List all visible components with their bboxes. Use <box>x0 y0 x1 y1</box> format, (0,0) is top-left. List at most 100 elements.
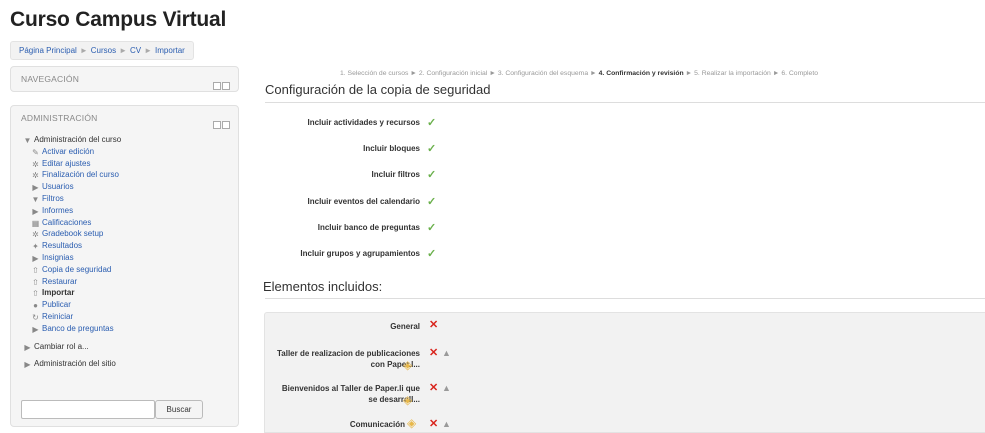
check-icon: ✓ <box>427 117 437 129</box>
backup-icon: ⇧ <box>32 265 39 275</box>
step-5: 5. Realizar la importación <box>694 70 771 77</box>
admin-item[interactable]: ✲ Gradebook setup <box>11 228 238 240</box>
setting-row: Incluir actividades y recursos ✓ <box>265 112 965 138</box>
included-items-heading: Elementos incluidos: <box>263 279 383 294</box>
course-admin-label: Administración del curso <box>34 135 122 144</box>
breadcrumb-separator: ► <box>144 46 153 55</box>
block-controls[interactable] <box>212 75 230 90</box>
breadcrumb-separator: ► <box>119 46 127 55</box>
admin-item[interactable]: ✲ Finalización del curso <box>11 169 238 181</box>
breadcrumb-import[interactable]: Importar <box>155 46 185 55</box>
cross-icon: ✕ <box>429 418 439 430</box>
included-item-label: Bienvenidos al Taller de Paper.li que <box>281 384 420 393</box>
setting-label: Incluir eventos del calendario <box>307 196 420 206</box>
admin-item[interactable]: ✦ Resultados <box>11 240 238 252</box>
setting-row: Incluir eventos del calendario ✓ <box>265 191 965 217</box>
admin-item-label[interactable]: Restaurar <box>42 277 77 286</box>
setting-row: Incluir grupos y agrupamientos ✓ <box>265 243 965 269</box>
admin-item-label[interactable]: Publicar <box>42 300 71 309</box>
admin-search-input[interactable] <box>21 400 155 419</box>
step-1: 1. Selección de cursos <box>340 70 409 77</box>
step-2: 2. Configuración inicial <box>418 70 488 77</box>
dock-icon[interactable] <box>213 121 221 129</box>
admin-item-label[interactable]: Copia de seguridad <box>42 265 111 274</box>
navigation-block-header[interactable]: NAVEGACIÓN <box>11 67 238 91</box>
dock-icon[interactable] <box>213 82 221 90</box>
backup-settings-heading: Configuración de la copia de seguridad <box>265 82 491 97</box>
administration-block-header[interactable]: ADMINISTRACIÓN <box>11 106 238 130</box>
check-icon: ✓ <box>427 169 437 182</box>
admin-item[interactable]: ▼ Filtros <box>11 193 238 205</box>
included-item: Bienvenidos al Taller de Paper.li que se … <box>265 383 420 405</box>
breadcrumb-cv[interactable]: CV <box>130 46 141 55</box>
chevron-right-icon: ▶ <box>32 183 39 193</box>
admin-item[interactable]: ▶ Insignias <box>11 252 238 264</box>
admin-item-label[interactable]: Banco de preguntas <box>42 324 114 333</box>
included-items-panel: General ✕ Taller de realizacion de publi… <box>264 312 985 433</box>
step-arrow: ► <box>685 70 693 77</box>
pencil-icon: ✎ <box>32 147 39 157</box>
setting-label: Incluir grupos y agrupamientos <box>300 248 420 258</box>
gear-icon: ✲ <box>32 159 39 169</box>
admin-item[interactable]: ▶ Informes <box>11 205 238 217</box>
hide-icon[interactable] <box>222 121 230 129</box>
included-item-label-cont: con Paper.l... <box>370 360 420 369</box>
switch-role-label: Cambiar rol a... <box>34 341 89 351</box>
admin-item-label[interactable]: Gradebook setup <box>42 229 103 238</box>
admin-item[interactable]: ● Publicar <box>11 299 238 311</box>
chevron-right-icon: ▶ <box>24 342 31 352</box>
admin-item-label[interactable]: Insignias <box>42 253 74 262</box>
admin-item-label[interactable]: Filtros <box>42 194 64 203</box>
admin-search: Buscar <box>21 400 203 419</box>
site-title: Curso Campus Virtual <box>10 8 227 31</box>
included-item-label: General <box>390 322 420 331</box>
site-admin-label: Administración del sitio <box>34 359 116 369</box>
admin-item-label[interactable]: Reiniciar <box>42 312 73 321</box>
check-icon: ✓ <box>427 195 437 208</box>
step-arrow: ► <box>489 70 496 77</box>
admin-item[interactable]: ✎ Activar edición <box>11 146 238 158</box>
chevron-down-icon: ▼ <box>23 136 32 145</box>
admin-item-label[interactable]: Finalización del curso <box>42 170 119 179</box>
course-admin-node[interactable]: ▼ Administración del curso <box>11 134 238 146</box>
step-4-current: 4. Confirmación y revisión <box>598 70 684 77</box>
hide-icon[interactable] <box>222 82 230 90</box>
gear-icon: ✲ <box>32 230 39 240</box>
site-admin-node[interactable]: ▶ Administración del sitio <box>11 358 238 370</box>
block-controls[interactable] <box>212 114 230 129</box>
navigation-block: NAVEGACIÓN <box>10 66 239 92</box>
warning-icon: ▲ <box>442 419 451 429</box>
admin-item-label[interactable]: Activar edición <box>42 147 94 156</box>
import-icon: ⇧ <box>32 289 39 299</box>
admin-item[interactable]: ▶ Usuarios <box>11 181 238 193</box>
reset-icon: ↻ <box>32 312 39 322</box>
admin-item-label[interactable]: Informes <box>42 206 73 215</box>
tag-icon: ◈ <box>407 416 417 430</box>
admin-item[interactable]: ↻ Reiniciar <box>11 311 238 323</box>
admin-item-label[interactable]: Editar ajustes <box>42 159 90 168</box>
admin-item-label[interactable]: Usuarios <box>42 182 74 191</box>
breadcrumb-separator: ► <box>79 46 88 55</box>
included-item-label: Comunicación <box>349 420 405 429</box>
step-6: 6. Completo <box>781 70 818 77</box>
admin-item[interactable]: ⇧ Restaurar <box>11 276 238 288</box>
publish-icon: ● <box>33 301 38 311</box>
administration-block: ADMINISTRACIÓN ▼ Administración del curso… <box>10 105 239 427</box>
admin-item[interactable]: ▦ Calificaciones <box>11 217 238 229</box>
admin-item[interactable]: ⇧ Copia de seguridad <box>11 264 238 276</box>
breadcrumb-courses[interactable]: Cursos <box>91 46 116 55</box>
admin-item[interactable]: ✲ Editar ajustes <box>11 158 238 170</box>
included-item: Comunicación <box>265 419 405 430</box>
admin-item-label[interactable]: Calificaciones <box>42 218 91 227</box>
breadcrumb-home[interactable]: Página Principal <box>19 46 77 55</box>
chevron-right-icon: ▶ <box>32 253 39 263</box>
switch-role-node[interactable]: ▶ Cambiar rol a... <box>11 341 238 353</box>
filter-icon: ▼ <box>31 194 40 204</box>
admin-item-label[interactable]: Resultados <box>42 241 82 250</box>
admin-item[interactable]: ▶ Banco de preguntas <box>11 323 238 335</box>
restore-icon: ⇧ <box>32 277 39 287</box>
gear-icon: ✲ <box>32 171 39 181</box>
included-item: Taller de realizacion de publicaciones co… <box>265 348 420 370</box>
search-button[interactable]: Buscar <box>155 400 203 419</box>
step-arrow: ► <box>590 70 597 77</box>
